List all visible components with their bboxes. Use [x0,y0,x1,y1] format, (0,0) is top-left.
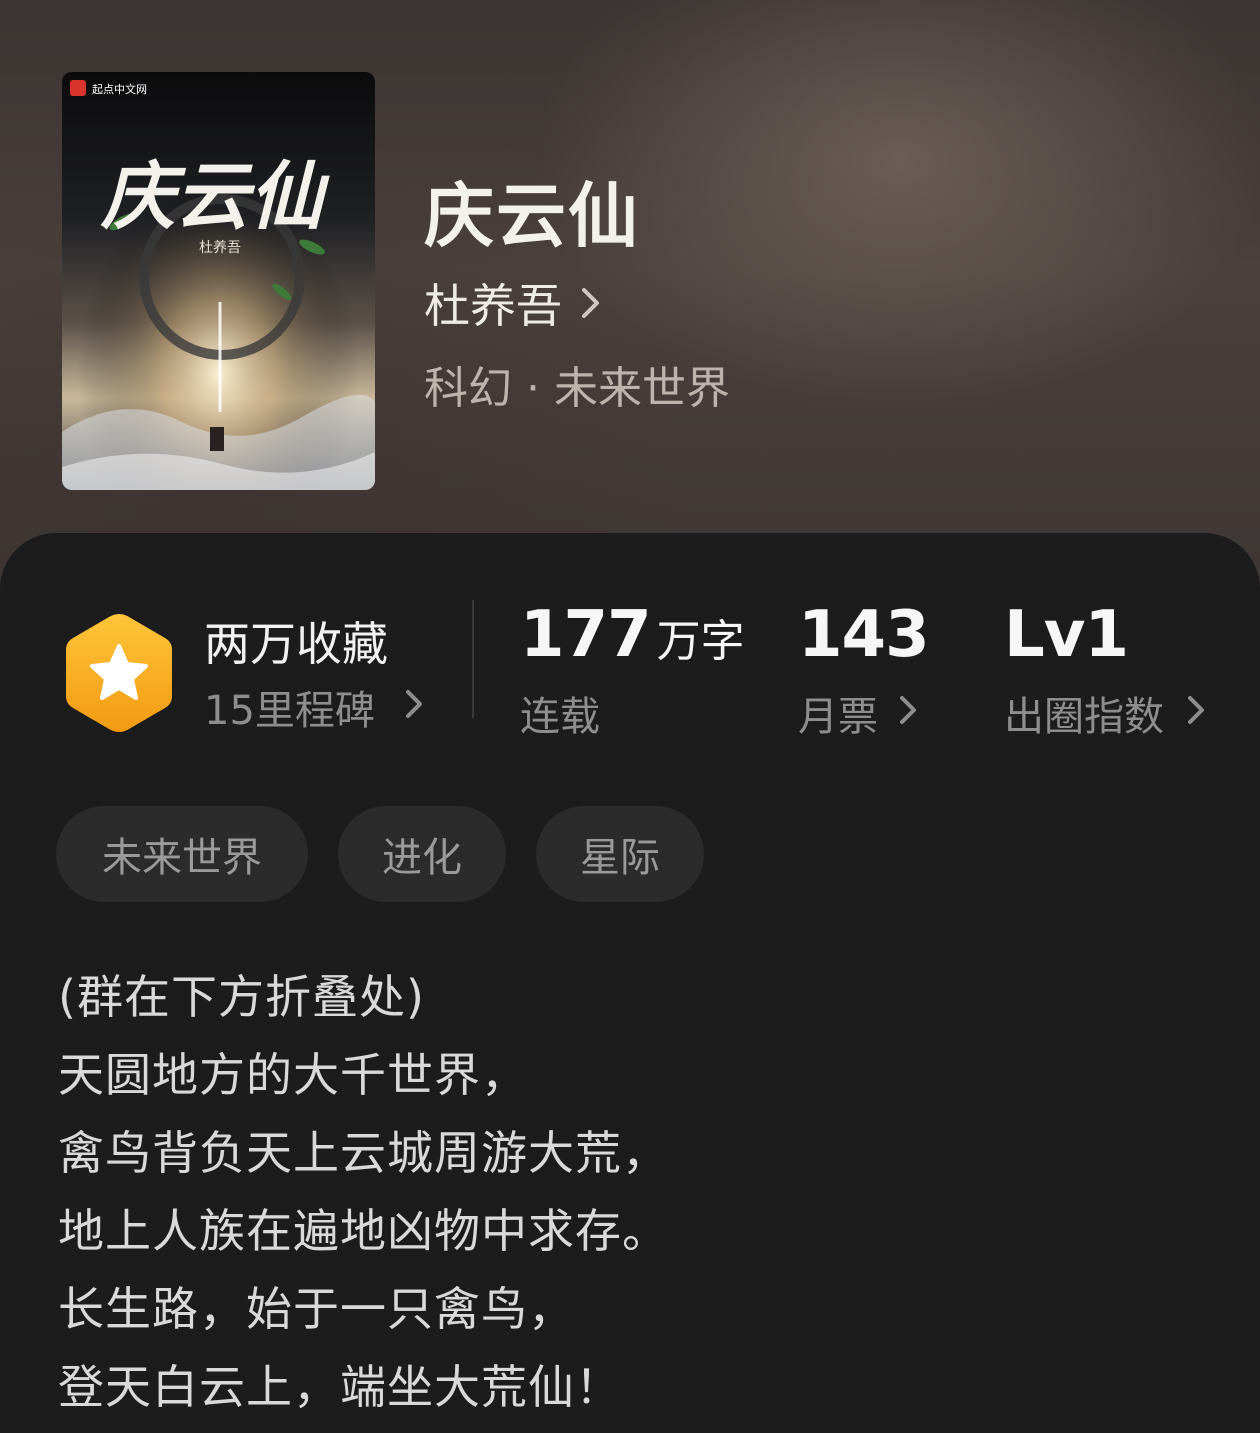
chevron-right-icon[interactable] [898,694,918,726]
book-header: 起点中文网 庆云仙 杜养吾 庆云仙 杜养吾 科幻 · 未来世界 [0,0,1260,600]
description-line: 天圆地方的大千世界， [58,1048,528,1102]
description-line: 登天白云上，端坐大荒仙！ [58,1360,622,1414]
chevron-right-icon[interactable] [1186,694,1206,726]
book-cover[interactable]: 起点中文网 庆云仙 杜养吾 [62,72,375,490]
milestone-link[interactable]: 15里程碑 [204,678,375,736]
tag-chip[interactable]: 进化 [338,806,506,902]
book-genre: 科幻 · 未来世界 [424,363,730,414]
word-count: 177 万字 [520,598,745,672]
stats-divider [472,600,474,718]
cover-author-art: 杜养吾 [199,240,241,256]
author-link[interactable]: 杜养吾 [424,270,602,336]
chevron-right-icon [582,288,599,318]
description-line: 禽鸟背负天上云城周游大荒， [58,1126,669,1180]
tag-chip[interactable]: 未来世界 [56,806,308,902]
monthly-tickets-label[interactable]: 月票 [798,684,878,742]
word-count-value: 177 [520,598,652,672]
book-description: (群在下方折叠处) 天圆地方的大千世界， 禽鸟背负天上云城周游大荒， 地上人族在… [58,958,1208,1426]
popularity-index-label[interactable]: 出圈指数 [1004,684,1164,742]
author-name: 杜养吾 [424,279,562,333]
serial-status-label: 连载 [520,694,600,740]
chevron-right-icon[interactable] [404,688,424,720]
monthly-tickets-value: 143 [798,598,930,672]
description-line: (群在下方折叠处) [58,970,425,1024]
tag-chip[interactable]: 星际 [536,806,704,902]
book-title: 庆云仙 [424,174,640,257]
star-hexagon-icon [66,614,172,732]
favorites-count: 两万收藏 [204,617,388,671]
description-line: 长生路，始于一只禽鸟， [58,1282,575,1336]
cover-artwork: 起点中文网 庆云仙 杜养吾 [62,72,375,490]
tag-list: 未来世界 进化 星际 [56,806,704,902]
description-line: 地上人族在遍地凶物中求存。 [58,1204,669,1258]
word-count-unit: 万字 [656,616,745,667]
cover-publisher-logo: 起点中文网 [92,82,147,96]
popularity-level-value: Lv1 [1004,598,1129,672]
cover-title-art: 庆云仙 [100,154,330,240]
